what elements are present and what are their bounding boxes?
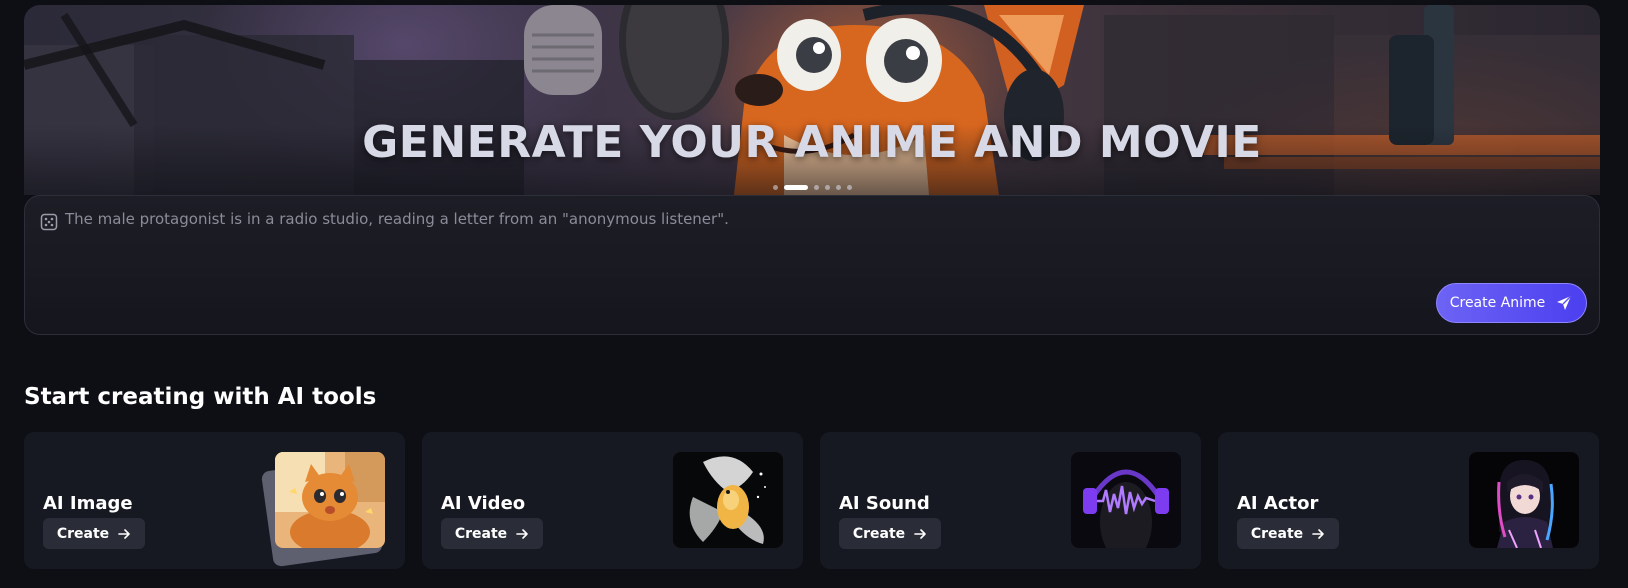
- prompt-input[interactable]: The male protagonist is in a radio studi…: [65, 210, 1579, 270]
- hero-title: GENERATE YOUR ANIME AND MOVIE: [362, 117, 1262, 168]
- tools-row: AI Image Create AI Video Create AI Sound…: [24, 432, 1599, 569]
- kitten-thumbnail: [275, 452, 385, 548]
- headphones-waveform-thumbnail: [1071, 452, 1181, 548]
- dice-icon[interactable]: [40, 213, 58, 231]
- carousel-dot[interactable]: [772, 185, 778, 190]
- anime-girl-thumbnail: [1469, 452, 1579, 548]
- prompt-box: The male protagonist is in a radio studi…: [24, 195, 1600, 335]
- send-icon: [1557, 295, 1572, 310]
- carousel-dot-active[interactable]: [783, 185, 808, 190]
- carousel-dot[interactable]: [846, 185, 852, 190]
- betta-fish-thumbnail: [673, 452, 783, 548]
- tool-card-ai-video[interactable]: AI Video Create: [422, 432, 803, 569]
- create-button[interactable]: Create: [43, 518, 145, 549]
- arrow-right-icon: [914, 528, 926, 539]
- create-button-label: Create: [454, 525, 508, 542]
- tool-card-ai-image[interactable]: AI Image Create: [24, 432, 405, 569]
- create-button[interactable]: Create: [839, 518, 941, 549]
- carousel-dot[interactable]: [813, 185, 819, 190]
- create-button-label: Create: [1250, 525, 1304, 542]
- tool-name: AI Image: [43, 493, 133, 514]
- create-anime-label: Create Anime: [1449, 295, 1546, 311]
- create-anime-button[interactable]: Create Anime: [1436, 283, 1587, 323]
- section-title: Start creating with AI tools: [24, 384, 377, 410]
- carousel-dots[interactable]: [24, 185, 1600, 190]
- hero-banner: GENERATE YOUR ANIME AND MOVIE: [24, 5, 1600, 195]
- create-button[interactable]: Create: [441, 518, 543, 549]
- carousel-dot[interactable]: [835, 185, 841, 190]
- carousel-dot[interactable]: [824, 185, 830, 190]
- tool-name: AI Video: [441, 493, 526, 514]
- tool-card-ai-sound[interactable]: AI Sound Create: [820, 432, 1201, 569]
- arrow-right-icon: [118, 528, 130, 539]
- create-button[interactable]: Create: [1237, 518, 1339, 549]
- create-button-label: Create: [56, 525, 110, 542]
- arrow-right-icon: [1312, 528, 1324, 539]
- arrow-right-icon: [516, 528, 528, 539]
- create-button-label: Create: [852, 525, 906, 542]
- tool-card-ai-actor[interactable]: AI Actor Create: [1218, 432, 1599, 569]
- tool-name: AI Sound: [839, 493, 930, 514]
- tool-name: AI Actor: [1237, 493, 1319, 514]
